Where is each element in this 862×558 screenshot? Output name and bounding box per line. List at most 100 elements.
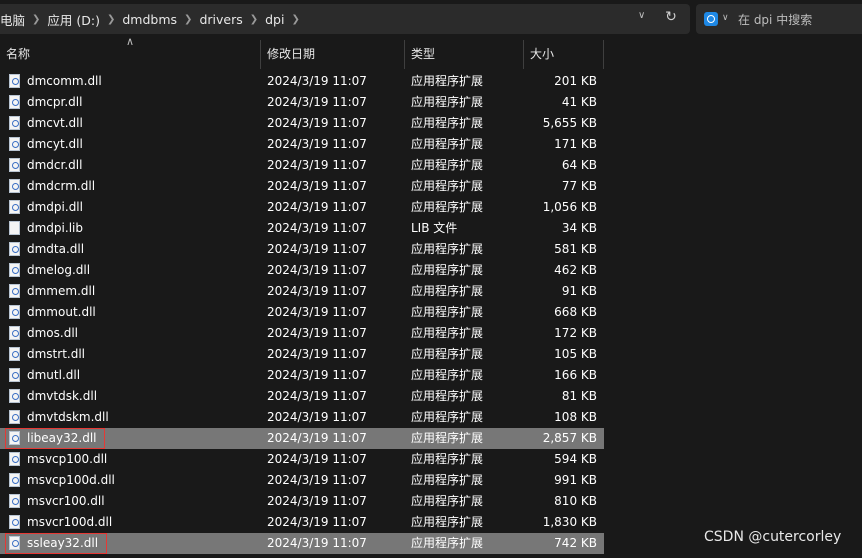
file-row[interactable]: msvcp100d.dll 2024/3/19 11:07 应用程序扩展 991 KB xyxy=(0,470,604,491)
file-date: 2024/3/19 11:07 xyxy=(267,473,367,487)
file-type: 应用程序扩展 xyxy=(411,326,484,340)
file-date: 2024/3/19 11:07 xyxy=(267,494,367,508)
watermark: CSDN @cutercorley xyxy=(704,529,842,545)
file-type: 应用程序扩展 xyxy=(411,116,484,130)
file-row[interactable]: dmdpi.lib 2024/3/19 11:07 LIB 文件 34 KB xyxy=(0,218,604,239)
file-date: 2024/3/19 11:07 xyxy=(267,158,367,172)
file-size: 171 KB xyxy=(554,137,597,151)
file-row[interactable]: msvcr100.dll 2024/3/19 11:07 应用程序扩展 810 KB xyxy=(0,491,604,512)
file-row[interactable]: libeay32.dll 2024/3/19 11:07 应用程序扩展 2,857 K… xyxy=(0,428,604,449)
dll-icon xyxy=(9,74,20,88)
file-type: 应用程序扩展 xyxy=(411,158,484,172)
dll-icon xyxy=(9,95,20,109)
breadcrumb-item-pc[interactable]: 电脑 xyxy=(0,10,25,29)
file-name: dmcyt.dll xyxy=(27,137,83,151)
file-name: dmmem.dll xyxy=(27,284,96,298)
file-row[interactable]: dmvtdskm.dll 2024/3/19 11:07 应用程序扩展 108 KB xyxy=(0,407,604,428)
file-row[interactable]: dmstrt.dll 2024/3/19 11:07 应用程序扩展 105 KB xyxy=(0,344,604,365)
file-type: 应用程序扩展 xyxy=(411,179,484,193)
file-size: 172 KB xyxy=(554,326,597,340)
dll-icon xyxy=(9,515,20,529)
file-row[interactable]: dmdcrm.dll 2024/3/19 11:07 应用程序扩展 77 KB xyxy=(0,176,604,197)
file-row[interactable]: dmcyt.dll 2024/3/19 11:07 应用程序扩展 171 KB xyxy=(0,134,604,155)
dll-icon xyxy=(9,494,20,508)
file-date: 2024/3/19 11:07 xyxy=(267,95,367,109)
breadcrumb-item-drivers[interactable]: drivers xyxy=(199,12,242,27)
dll-icon xyxy=(9,158,20,172)
file-name: dmcvt.dll xyxy=(27,116,83,130)
file-name: dmstrt.dll xyxy=(27,347,86,361)
breadcrumb-item-dmdbms[interactable]: dmdbms xyxy=(122,12,177,27)
file-name: dmdcrm.dll xyxy=(27,179,96,193)
file-size: 81 KB xyxy=(561,389,597,403)
chevron-down-icon[interactable]: ∨ xyxy=(638,10,645,21)
dll-icon xyxy=(9,410,20,424)
file-type: LIB 文件 xyxy=(411,221,458,235)
search-input[interactable]: 在 dpi 中搜索 xyxy=(738,11,812,28)
file-size: 5,655 KB xyxy=(542,116,597,130)
search-box[interactable]: ∨ 在 dpi 中搜索 xyxy=(696,4,862,34)
chevron-right-icon[interactable]: ❯ xyxy=(184,14,192,25)
dll-icon xyxy=(9,368,20,382)
file-type: 应用程序扩展 xyxy=(411,284,484,298)
dll-icon xyxy=(9,284,20,298)
file-row[interactable]: dmcomm.dll 2024/3/19 11:07 应用程序扩展 201 KB xyxy=(0,71,604,92)
column-header-size-label: 大小 xyxy=(530,47,555,61)
file-row[interactable]: ssleay32.dll 2024/3/19 11:07 应用程序扩展 742 KB xyxy=(0,533,604,554)
file-name: dmvtdskm.dll xyxy=(27,410,109,424)
file-name: dmcomm.dll xyxy=(27,74,102,88)
highlight-box xyxy=(5,428,105,449)
file-icon xyxy=(9,221,20,235)
dll-icon xyxy=(9,137,20,151)
top-bar: 电脑 ❯ 应用 (D:) ❯ dmdbms ❯ drivers ❯ dpi ❯ … xyxy=(0,0,862,38)
file-name: dmdpi.dll xyxy=(27,200,83,214)
file-row[interactable]: dmmout.dll 2024/3/19 11:07 应用程序扩展 668 KB xyxy=(0,302,604,323)
file-size: 581 KB xyxy=(554,242,597,256)
file-row[interactable]: msvcr100d.dll 2024/3/19 11:07 应用程序扩展 1,830 … xyxy=(0,512,604,533)
dll-icon xyxy=(9,389,20,403)
file-row[interactable]: dmvtdsk.dll 2024/3/19 11:07 应用程序扩展 81 KB xyxy=(0,386,604,407)
file-row[interactable]: msvcp100.dll 2024/3/19 11:07 应用程序扩展 594 KB xyxy=(0,449,604,470)
file-name: dmvtdsk.dll xyxy=(27,389,98,403)
chevron-down-icon[interactable]: ∨ xyxy=(722,13,729,23)
highlight-box xyxy=(5,533,107,554)
file-row[interactable]: dmdta.dll 2024/3/19 11:07 应用程序扩展 581 KB xyxy=(0,239,604,260)
file-row[interactable]: dmcvt.dll 2024/3/19 11:07 应用程序扩展 5,655 KB xyxy=(0,113,604,134)
refresh-icon[interactable]: ↻ xyxy=(663,9,679,25)
dll-icon xyxy=(9,242,20,256)
chevron-right-icon[interactable]: ❯ xyxy=(107,14,115,25)
file-name: dmutl.dll xyxy=(27,368,81,382)
file-row[interactable]: dmmem.dll 2024/3/19 11:07 应用程序扩展 91 KB xyxy=(0,281,604,302)
file-size: 594 KB xyxy=(554,452,597,466)
file-size: 41 KB xyxy=(561,95,597,109)
file-row[interactable]: dmdpi.dll 2024/3/19 11:07 应用程序扩展 1,056 KB xyxy=(0,197,604,218)
chevron-right-icon[interactable]: ❯ xyxy=(250,14,258,25)
column-header-size[interactable]: 大小 xyxy=(524,40,604,69)
file-type: 应用程序扩展 xyxy=(411,347,484,361)
column-header-date[interactable]: 修改日期 xyxy=(261,40,405,69)
file-type: 应用程序扩展 xyxy=(411,242,484,256)
chevron-right-icon[interactable]: ❯ xyxy=(32,14,40,25)
dll-icon xyxy=(9,473,20,487)
file-row[interactable]: dmcpr.dll 2024/3/19 11:07 应用程序扩展 41 KB xyxy=(0,92,604,113)
file-row[interactable]: dmdcr.dll 2024/3/19 11:07 应用程序扩展 64 KB xyxy=(0,155,604,176)
breadcrumb: 电脑 ❯ 应用 (D:) ❯ dmdbms ❯ drivers ❯ dpi ❯ xyxy=(0,6,307,32)
file-size: 668 KB xyxy=(554,305,597,319)
breadcrumb-item-drive[interactable]: 应用 (D:) xyxy=(47,10,100,29)
file-type: 应用程序扩展 xyxy=(411,305,484,319)
file-type: 应用程序扩展 xyxy=(411,473,484,487)
file-date: 2024/3/19 11:07 xyxy=(267,515,367,529)
file-size: 201 KB xyxy=(554,74,597,88)
file-date: 2024/3/19 11:07 xyxy=(267,452,367,466)
dll-icon xyxy=(9,326,20,340)
file-row[interactable]: dmelog.dll 2024/3/19 11:07 应用程序扩展 462 KB xyxy=(0,260,604,281)
column-header-name-label: 名称 xyxy=(6,47,31,61)
sort-ascending-icon: ∧ xyxy=(126,35,135,48)
file-name: dmcpr.dll xyxy=(27,95,83,109)
column-header-type[interactable]: 类型 xyxy=(405,40,524,69)
chevron-right-icon[interactable]: ❯ xyxy=(291,14,299,25)
file-size: 166 KB xyxy=(554,368,597,382)
breadcrumb-item-dpi[interactable]: dpi xyxy=(265,12,284,27)
file-row[interactable]: dmutl.dll 2024/3/19 11:07 应用程序扩展 166 KB xyxy=(0,365,604,386)
file-row[interactable]: dmos.dll 2024/3/19 11:07 应用程序扩展 172 KB xyxy=(0,323,604,344)
